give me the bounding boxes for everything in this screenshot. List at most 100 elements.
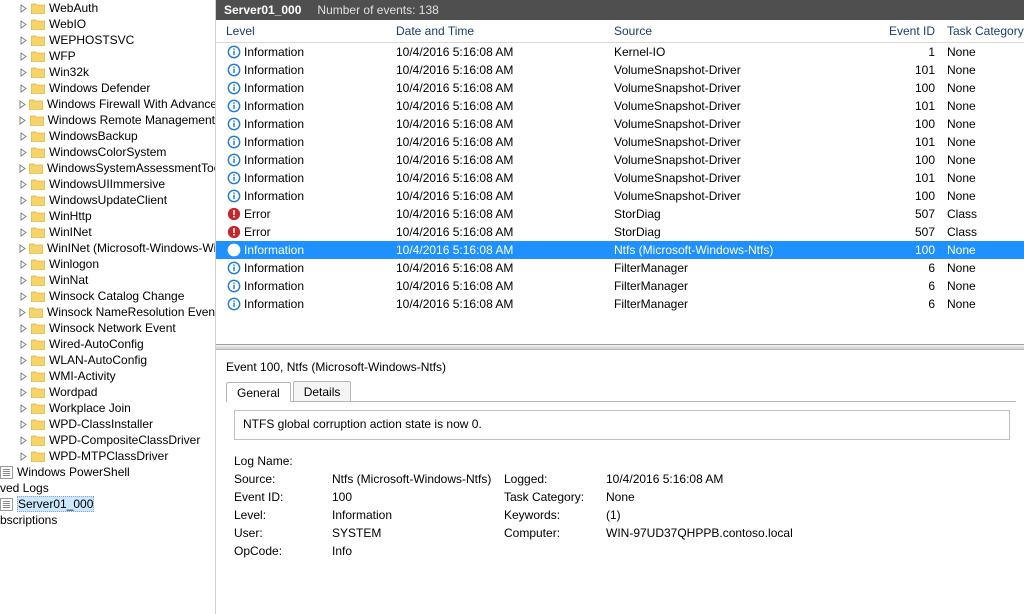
expand-icon[interactable] bbox=[18, 131, 29, 142]
tree-node[interactable]: WinINet (Microsoft-Windows-WinINet) bbox=[15, 240, 215, 256]
tree-node[interactable]: Windows Firewall With Advanced Security bbox=[15, 96, 215, 112]
expand-icon[interactable] bbox=[18, 115, 28, 126]
tree-scroll[interactable]: WebAuthWebIOWEPHOSTSVCWFPWin32kWindows D… bbox=[0, 0, 215, 614]
tree-root-item[interactable]: Server01_000 bbox=[0, 496, 215, 512]
event-row[interactable]: Information10/4/2016 5:16:08 AMFilterMan… bbox=[216, 295, 1024, 313]
tree-node[interactable]: WEPHOSTSVC bbox=[15, 32, 215, 48]
event-row[interactable]: Information10/4/2016 5:16:08 AMVolumeSna… bbox=[216, 79, 1024, 97]
expand-icon[interactable] bbox=[18, 291, 29, 302]
expand-icon[interactable] bbox=[18, 3, 29, 14]
event-date: 10/4/2016 5:16:08 AM bbox=[396, 243, 614, 257]
expand-icon[interactable] bbox=[18, 147, 29, 158]
expand-icon[interactable] bbox=[18, 99, 27, 110]
tree-node[interactable]: Wired-AutoConfig bbox=[15, 336, 215, 352]
col-eventid[interactable]: Event ID bbox=[875, 24, 947, 38]
tree-node[interactable]: WinHttp bbox=[15, 208, 215, 224]
event-source: Kernel-IO bbox=[614, 45, 875, 59]
expand-icon[interactable] bbox=[18, 371, 29, 382]
tree-node[interactable]: Windows Defender bbox=[15, 80, 215, 96]
expand-icon[interactable] bbox=[18, 451, 29, 462]
expand-icon[interactable] bbox=[18, 35, 29, 46]
tree-node[interactable]: WebAuth bbox=[15, 0, 215, 16]
events-header-row[interactable]: Level Date and Time Source Event ID Task… bbox=[216, 20, 1024, 43]
tree-node[interactable]: WFP bbox=[15, 48, 215, 64]
event-id: 101 bbox=[875, 171, 947, 185]
folder-icon bbox=[31, 179, 45, 190]
tree-root-item[interactable]: Windows PowerShell bbox=[0, 464, 215, 480]
tree-node[interactable]: Win32k bbox=[15, 64, 215, 80]
event-row[interactable]: Information10/4/2016 5:16:08 AMNtfs (Mic… bbox=[216, 241, 1024, 259]
expand-icon[interactable] bbox=[18, 339, 29, 350]
event-row[interactable]: Information10/4/2016 5:16:08 AMKernel-IO… bbox=[216, 43, 1024, 61]
expand-icon[interactable] bbox=[18, 211, 29, 222]
tree-node[interactable]: WMI-Activity bbox=[15, 368, 215, 384]
tree-root-item[interactable]: ved Logs bbox=[0, 480, 215, 496]
event-row[interactable]: Information10/4/2016 5:16:08 AMVolumeSna… bbox=[216, 115, 1024, 133]
tree-node[interactable]: Workplace Join bbox=[15, 400, 215, 416]
expand-icon[interactable] bbox=[18, 19, 29, 30]
expand-icon[interactable] bbox=[18, 83, 29, 94]
event-row[interactable]: Information10/4/2016 5:16:08 AMVolumeSna… bbox=[216, 133, 1024, 151]
event-row[interactable]: Error10/4/2016 5:16:08 AMStorDiag507Clas… bbox=[216, 223, 1024, 241]
folder-icon bbox=[29, 163, 43, 174]
col-level[interactable]: Level bbox=[226, 24, 396, 38]
event-row[interactable]: Information10/4/2016 5:16:08 AMVolumeSna… bbox=[216, 187, 1024, 205]
event-row[interactable]: Information10/4/2016 5:16:08 AMVolumeSna… bbox=[216, 151, 1024, 169]
tree-node[interactable]: Winlogon bbox=[15, 256, 215, 272]
expand-icon[interactable] bbox=[18, 275, 29, 286]
expand-icon[interactable] bbox=[18, 259, 29, 270]
expand-icon[interactable] bbox=[18, 67, 29, 78]
tree-node[interactable]: WindowsBackup bbox=[15, 128, 215, 144]
col-source[interactable]: Source bbox=[614, 24, 875, 38]
expand-icon[interactable] bbox=[18, 323, 29, 334]
event-row[interactable]: Information10/4/2016 5:16:08 AMVolumeSna… bbox=[216, 61, 1024, 79]
event-task: None bbox=[947, 81, 1024, 95]
tree-node[interactable]: Wordpad bbox=[15, 384, 215, 400]
event-row[interactable]: Error10/4/2016 5:16:08 AMStorDiag507Clas… bbox=[216, 205, 1024, 223]
app-root: WebAuthWebIOWEPHOSTSVCWFPWin32kWindows D… bbox=[0, 0, 1024, 614]
prop-computer-v: WIN-97UD37QHPPB.contoso.local bbox=[606, 526, 806, 540]
tree-node[interactable]: WindowsUIImmersive bbox=[15, 176, 215, 192]
event-id: 100 bbox=[875, 117, 947, 131]
tree-node[interactable]: WLAN-AutoConfig bbox=[15, 352, 215, 368]
expand-icon[interactable] bbox=[18, 355, 29, 366]
expand-icon[interactable] bbox=[18, 419, 29, 430]
event-row[interactable]: Information10/4/2016 5:16:08 AMFilterMan… bbox=[216, 259, 1024, 277]
event-row[interactable]: Information10/4/2016 5:16:08 AMVolumeSna… bbox=[216, 97, 1024, 115]
tree-node-label: WinHttp bbox=[49, 209, 92, 223]
expand-icon[interactable] bbox=[18, 403, 29, 414]
event-row[interactable]: Information10/4/2016 5:16:08 AMVolumeSna… bbox=[216, 169, 1024, 187]
event-task: None bbox=[947, 279, 1024, 293]
tree-node[interactable]: Winsock NameResolution Event bbox=[15, 304, 215, 320]
tree-node[interactable]: WPD-ClassInstaller bbox=[15, 416, 215, 432]
tree-node[interactable]: WindowsColorSystem bbox=[15, 144, 215, 160]
expand-icon[interactable] bbox=[18, 307, 27, 318]
tree-node[interactable]: WPD-CompositeClassDriver bbox=[15, 432, 215, 448]
tree-node[interactable]: WindowsUpdateClient bbox=[15, 192, 215, 208]
expand-icon[interactable] bbox=[18, 227, 29, 238]
tree-node[interactable]: Windows Remote Management bbox=[15, 112, 215, 128]
event-row[interactable]: Information10/4/2016 5:16:08 AMFilterMan… bbox=[216, 277, 1024, 295]
expand-icon[interactable] bbox=[18, 195, 29, 206]
events-table[interactable]: Information10/4/2016 5:16:08 AMKernel-IO… bbox=[216, 43, 1024, 344]
tab-general[interactable]: General bbox=[226, 382, 291, 402]
tab-details[interactable]: Details bbox=[293, 381, 352, 401]
tree-node[interactable]: WinINet bbox=[15, 224, 215, 240]
tree-node[interactable]: WindowsSystemAssessmentTool bbox=[15, 160, 215, 176]
event-source: VolumeSnapshot-Driver bbox=[614, 63, 875, 77]
expand-icon[interactable] bbox=[18, 435, 29, 446]
expand-icon[interactable] bbox=[18, 243, 27, 254]
tree-node[interactable]: WinNat bbox=[15, 272, 215, 288]
tree-node[interactable]: WebIO bbox=[15, 16, 215, 32]
tree-node[interactable]: Winsock Catalog Change bbox=[15, 288, 215, 304]
col-task[interactable]: Task Category bbox=[947, 24, 1024, 38]
tree-root-item[interactable]: bscriptions bbox=[0, 512, 215, 528]
expand-icon[interactable] bbox=[18, 163, 27, 174]
expand-icon[interactable] bbox=[18, 179, 29, 190]
tree-node[interactable]: WPD-MTPClassDriver bbox=[15, 448, 215, 464]
expand-icon[interactable] bbox=[18, 387, 29, 398]
event-source: VolumeSnapshot-Driver bbox=[614, 189, 875, 203]
expand-icon[interactable] bbox=[18, 51, 29, 62]
col-date[interactable]: Date and Time bbox=[396, 24, 614, 38]
tree-node[interactable]: Winsock Network Event bbox=[15, 320, 215, 336]
